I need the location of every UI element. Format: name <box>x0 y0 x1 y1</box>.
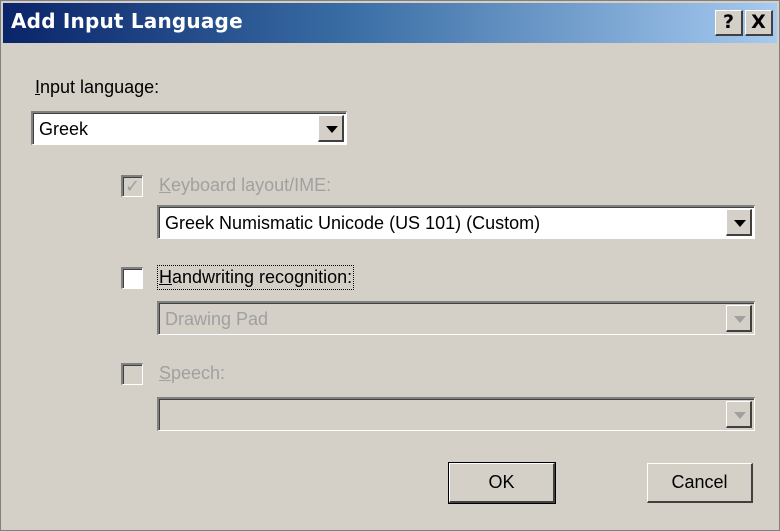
add-input-language-dialog: Add Input Language ? X Input language: G… <box>0 0 780 531</box>
help-button[interactable]: ? <box>715 10 743 36</box>
keyboard-layout-dropdown[interactable]: Greek Numismatic Unicode (US 101) (Custo… <box>157 205 755 239</box>
handwriting-label-mnemonic: H <box>159 267 172 287</box>
keyboard-layout-label-mnemonic: K <box>159 175 172 195</box>
chevron-down-icon <box>734 316 746 323</box>
title-bar: Add Input Language ? X <box>3 3 777 43</box>
speech-checkbox[interactable] <box>121 363 143 385</box>
handwriting-recognition-dropdown[interactable]: Drawing Pad <box>157 301 755 335</box>
keyboard-layout-value: Greek Numismatic Unicode (US 101) (Custo… <box>165 213 541 233</box>
handwriting-label-text: andwriting recognition: <box>172 267 353 287</box>
speech-label: Speech: <box>159 363 225 384</box>
window-title: Add Input Language <box>11 9 243 33</box>
keyboard-layout-checkbox[interactable]: ✓ <box>121 175 143 197</box>
input-language-value: Greek <box>39 119 89 139</box>
speech-dropdown[interactable] <box>157 397 755 431</box>
input-language-dropdown-button[interactable] <box>318 115 344 142</box>
keyboard-layout-label-text: eyboard layout/IME: <box>171 175 332 195</box>
speech-label-mnemonic: S <box>159 363 172 383</box>
chevron-down-icon <box>734 412 746 419</box>
input-language-dropdown[interactable]: Greek <box>31 111 347 145</box>
chevron-down-icon <box>326 126 338 133</box>
keyboard-layout-label: Keyboard layout/IME: <box>159 175 331 196</box>
input-language-label: Input language: <box>35 77 159 98</box>
input-language-label-text: nput language: <box>40 77 160 97</box>
speech-label-text: peech: <box>171 363 226 383</box>
ok-button[interactable]: OK <box>448 462 556 504</box>
speech-dropdown-button[interactable] <box>726 401 752 428</box>
close-button[interactable]: X <box>745 10 773 36</box>
handwriting-recognition-label: Handwriting recognition: <box>156 265 355 290</box>
keyboard-layout-dropdown-button[interactable] <box>726 209 752 236</box>
cancel-button[interactable]: Cancel <box>647 463 753 503</box>
handwriting-recognition-value: Drawing Pad <box>165 309 269 329</box>
handwriting-dropdown-button[interactable] <box>726 305 752 332</box>
handwriting-recognition-checkbox[interactable] <box>121 267 143 289</box>
chevron-down-icon <box>734 220 746 227</box>
